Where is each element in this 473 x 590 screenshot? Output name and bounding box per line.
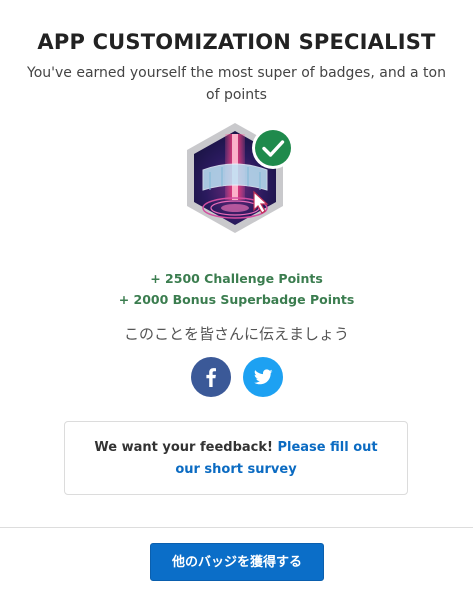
- check-circle-icon: [252, 127, 294, 169]
- twitter-share-button[interactable]: [243, 357, 283, 397]
- page-title: APP CUSTOMIZATION SPECIALIST: [37, 30, 436, 54]
- footer-divider: [0, 527, 473, 528]
- page-subtitle: You've earned yourself the most super of…: [27, 65, 446, 103]
- earn-more-badges-button[interactable]: 他のバッジを獲得する: [150, 543, 324, 581]
- feedback-prompt: We want your feedback!: [94, 440, 278, 455]
- twitter-icon: [254, 369, 273, 385]
- bonus-points: + 2000 Bonus Superbadge Points: [118, 292, 355, 307]
- share-label: このことを皆さんに伝えましょう: [123, 325, 349, 343]
- facebook-icon: [206, 368, 216, 387]
- challenge-points: + 2500 Challenge Points: [150, 271, 323, 286]
- facebook-share-button[interactable]: [191, 357, 231, 397]
- feedback-box: We want your feedback! Please fill out o…: [64, 421, 408, 495]
- superbadge-image: [180, 120, 300, 245]
- points-earned: + 2500 Challenge Points + 2000 Bonus Sup…: [0, 268, 473, 310]
